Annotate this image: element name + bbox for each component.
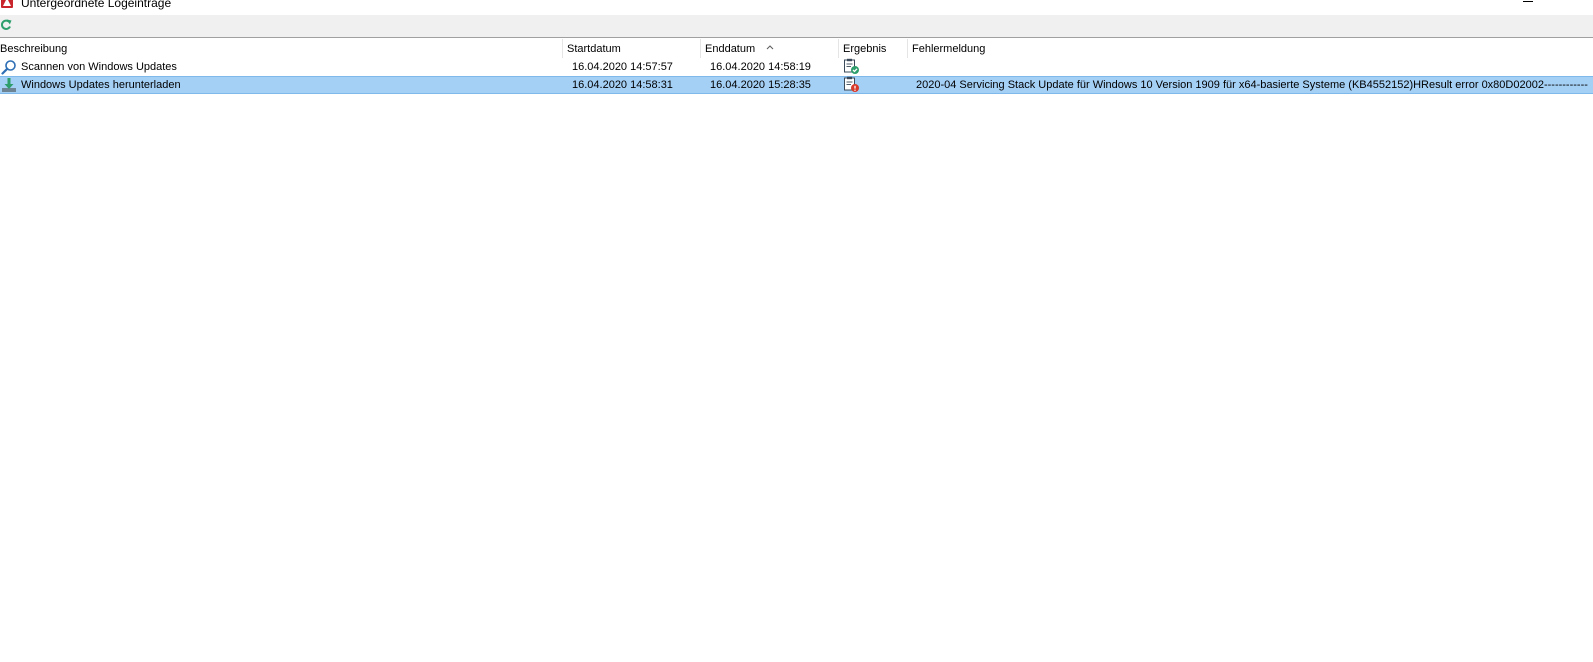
title-bar: Untergeordnete Logeinträge	[0, 0, 1593, 15]
column-header-label: Ergebnis	[843, 43, 887, 55]
download-icon	[2, 78, 16, 92]
column-header-label: Startdatum	[567, 43, 621, 55]
row-start-date: 16.04.2020 14:58:31	[572, 79, 673, 91]
column-header-ergebnis[interactable]: Ergebnis	[839, 39, 907, 58]
toolbar	[0, 15, 1593, 38]
table-row[interactable]: Scannen von Windows Updates 16.04.2020 1…	[0, 58, 1593, 76]
sort-ascending-icon	[766, 45, 774, 50]
row-end-date: 16.04.2020 15:28:35	[710, 79, 811, 91]
column-header-row: Beschreibung Startdatum Enddatum Ergebni…	[0, 39, 1593, 58]
column-header-enddatum[interactable]: Enddatum	[701, 39, 838, 58]
success-log-icon	[844, 58, 859, 74]
column-header-startdatum[interactable]: Startdatum	[563, 39, 700, 58]
app-icon	[1, 0, 13, 8]
minimize-icon[interactable]	[1523, 1, 1533, 2]
error-log-icon	[844, 76, 859, 92]
row-description: Scannen von Windows Updates	[21, 61, 177, 73]
window-title: Untergeordnete Logeinträge	[21, 0, 172, 10]
column-header-beschreibung[interactable]: Beschreibung	[0, 39, 562, 58]
row-end-date: 16.04.2020 14:58:19	[710, 61, 811, 73]
row-start-date: 16.04.2020 14:57:57	[572, 61, 673, 73]
log-window: Untergeordnete Logeinträge Beschreibung …	[0, 0, 1593, 662]
column-header-label: Enddatum	[705, 43, 756, 55]
refresh-icon[interactable]	[0, 18, 12, 32]
column-header-label: Beschreibung	[0, 43, 68, 55]
column-header-fehlermeldung[interactable]: Fehlermeldung	[908, 39, 1593, 58]
table-row[interactable]: Windows Updates herunterladen 16.04.2020…	[0, 76, 1593, 94]
search-icon	[1, 60, 16, 75]
row-description: Windows Updates herunterladen	[21, 79, 181, 91]
column-header-label: Fehlermeldung	[912, 43, 986, 55]
row-error-message	[916, 58, 1593, 76]
row-error-message[interactable]: 2020-04 Servicing Stack Update für Windo…	[916, 77, 1593, 93]
